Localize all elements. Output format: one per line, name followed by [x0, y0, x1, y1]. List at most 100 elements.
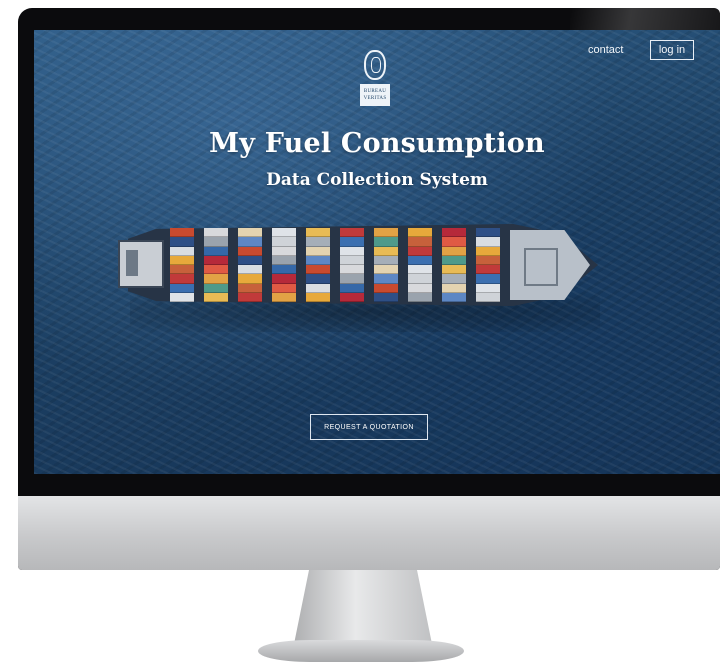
container-block — [204, 246, 228, 256]
container-block — [374, 246, 398, 256]
container-block — [204, 255, 228, 265]
container-block — [340, 237, 364, 247]
container-block — [408, 255, 432, 265]
container-block — [272, 237, 296, 247]
container-block — [476, 265, 500, 275]
monitor-stand-base — [258, 640, 464, 662]
logo-line-1: BUREAU — [363, 89, 387, 94]
container-block — [204, 237, 228, 247]
container-block — [170, 265, 194, 275]
container-stack — [238, 228, 262, 302]
monitor: contact log in BUREAU VERITAS My Fuel Co… — [18, 8, 720, 570]
container-stack — [272, 228, 296, 302]
container-block — [272, 246, 296, 256]
monitor-chin — [18, 496, 720, 570]
container-block — [374, 283, 398, 293]
container-stack — [442, 228, 466, 302]
container-block — [442, 255, 466, 265]
container-block — [476, 246, 500, 256]
container-block — [204, 274, 228, 284]
container-block — [272, 283, 296, 293]
container-block — [272, 292, 296, 302]
container-block — [476, 283, 500, 293]
container-block — [340, 255, 364, 265]
container-block — [442, 274, 466, 284]
container-block — [408, 265, 432, 275]
container-block — [238, 292, 262, 302]
container-stack — [408, 228, 432, 302]
container-block — [340, 283, 364, 293]
container-block — [476, 228, 500, 238]
request-quotation-button[interactable]: REQUEST A QUOTATION — [310, 414, 428, 440]
container-block — [170, 246, 194, 256]
container-block — [340, 274, 364, 284]
container-block — [170, 274, 194, 284]
ship-bow — [510, 230, 590, 300]
container-block — [374, 237, 398, 247]
container-block — [204, 292, 228, 302]
container-block — [374, 274, 398, 284]
container-block — [238, 228, 262, 238]
logo-wordmark: BUREAU VERITAS — [360, 84, 390, 106]
container-block — [306, 292, 330, 302]
container-stack — [306, 228, 330, 302]
container-stack — [170, 228, 194, 302]
container-block — [408, 237, 432, 247]
container-ship-image — [118, 218, 608, 312]
container-block — [204, 283, 228, 293]
container-stack — [374, 228, 398, 302]
container-block — [442, 292, 466, 302]
container-stack — [340, 228, 364, 302]
container-block — [408, 274, 432, 284]
container-block — [170, 292, 194, 302]
container-block — [204, 228, 228, 238]
container-block — [306, 274, 330, 284]
logo-line-2: VERITAS — [363, 96, 387, 101]
ship-bridge — [118, 240, 164, 288]
container-block — [204, 265, 228, 275]
container-block — [306, 228, 330, 238]
page-subtitle: Data Collection System — [266, 170, 488, 190]
container-block — [374, 292, 398, 302]
container-block — [340, 228, 364, 238]
container-block — [476, 237, 500, 247]
container-block — [238, 255, 262, 265]
website-screen: contact log in BUREAU VERITAS My Fuel Co… — [34, 30, 720, 474]
container-block — [442, 283, 466, 293]
container-block — [442, 237, 466, 247]
container-block — [408, 292, 432, 302]
container-block — [238, 246, 262, 256]
container-block — [272, 274, 296, 284]
container-block — [170, 228, 194, 238]
container-block — [272, 255, 296, 265]
nav-contact-link[interactable]: contact — [588, 44, 623, 56]
container-block — [442, 228, 466, 238]
container-block — [170, 283, 194, 293]
container-block — [374, 228, 398, 238]
nav-login-button[interactable]: log in — [650, 40, 694, 60]
container-block — [340, 246, 364, 256]
page-title: My Fuel Consumption — [209, 128, 545, 159]
container-block — [306, 246, 330, 256]
container-block — [238, 283, 262, 293]
monitor-stand — [294, 570, 432, 644]
container-block — [170, 255, 194, 265]
container-block — [374, 265, 398, 275]
container-block — [442, 265, 466, 275]
container-block — [238, 265, 262, 275]
container-block — [170, 237, 194, 247]
container-block — [306, 265, 330, 275]
container-block — [476, 292, 500, 302]
container-block — [374, 255, 398, 265]
container-stack — [204, 228, 228, 302]
container-block — [272, 265, 296, 275]
container-block — [238, 237, 262, 247]
container-block — [340, 292, 364, 302]
container-block — [476, 255, 500, 265]
container-block — [408, 228, 432, 238]
container-block — [306, 237, 330, 247]
container-block — [272, 228, 296, 238]
container-block — [442, 246, 466, 256]
container-block — [306, 283, 330, 293]
container-block — [340, 265, 364, 275]
